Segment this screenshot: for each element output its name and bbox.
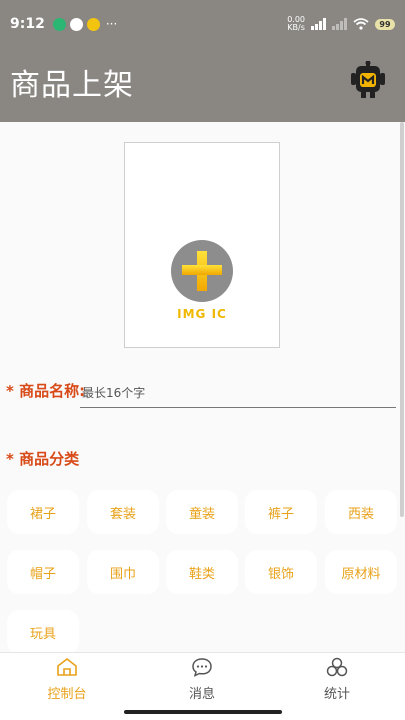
tab-stats[interactable]: 统计 — [287, 657, 387, 702]
tab-messages-label: 消息 — [188, 687, 215, 702]
plus-icon — [182, 251, 222, 291]
robot-m-icon[interactable] — [350, 61, 386, 99]
status-time: 9:12 — [10, 16, 45, 32]
tab-console[interactable]: 控制台 — [17, 657, 117, 702]
more-notifications-icon: ··· — [105, 17, 118, 31]
car-app-icon — [86, 17, 100, 31]
stats-icon — [326, 657, 348, 677]
tab-console-label: 控制台 — [47, 687, 87, 702]
product-name-label: * 商品名称: — [6, 380, 85, 401]
required-mark: * — [6, 450, 14, 468]
wifi-icon — [353, 18, 369, 30]
category-label-text: 商品分类 — [19, 450, 80, 468]
required-mark: * — [6, 382, 14, 400]
scrollbar[interactable] — [400, 122, 404, 517]
notification-icons: ··· — [52, 17, 118, 31]
app-header: 商品上架 — [0, 48, 405, 122]
category-chip[interactable]: 围巾 — [87, 550, 159, 594]
weibo-app-icon — [69, 17, 83, 31]
upload-caption: IMG IC — [177, 307, 227, 321]
category-chip[interactable]: 银饰 — [245, 550, 317, 594]
tab-messages[interactable]: 消息 — [152, 657, 252, 702]
net-speed-unit: KB/s — [287, 23, 305, 32]
tab-stats-label: 统计 — [323, 687, 350, 702]
category-chip[interactable]: 套装 — [87, 490, 159, 534]
page-title: 商品上架 — [10, 68, 134, 103]
message-app-icon — [52, 17, 66, 31]
home-icon — [57, 658, 77, 676]
network-speed: 0.00 KB/s — [287, 16, 305, 32]
product-name-input[interactable] — [80, 378, 396, 408]
add-image-button[interactable] — [171, 240, 233, 302]
category-chip[interactable]: 玩具 — [7, 610, 79, 654]
category-chip[interactable]: 原材料 — [325, 550, 397, 594]
signal-2-icon — [332, 18, 347, 30]
signal-icon — [311, 18, 326, 30]
category-chip[interactable]: 裤子 — [245, 490, 317, 534]
category-chip[interactable]: 西装 — [325, 490, 397, 534]
battery-icon: 99 — [375, 18, 395, 30]
category-chip[interactable]: 童装 — [166, 490, 238, 534]
product-name-label-text: 商品名称: — [19, 382, 86, 400]
status-bar: 9:12 ··· 0.00 KB/s 99 — [0, 0, 405, 48]
category-chip[interactable]: 帽子 — [7, 550, 79, 594]
category-chip[interactable]: 鞋类 — [166, 550, 238, 594]
category-label: * 商品分类 — [6, 448, 79, 469]
home-indicator[interactable] — [124, 710, 282, 714]
image-upload-box[interactable]: IMG IC — [124, 142, 280, 348]
category-chip[interactable]: 裙子 — [7, 490, 79, 534]
chat-icon — [192, 658, 212, 677]
